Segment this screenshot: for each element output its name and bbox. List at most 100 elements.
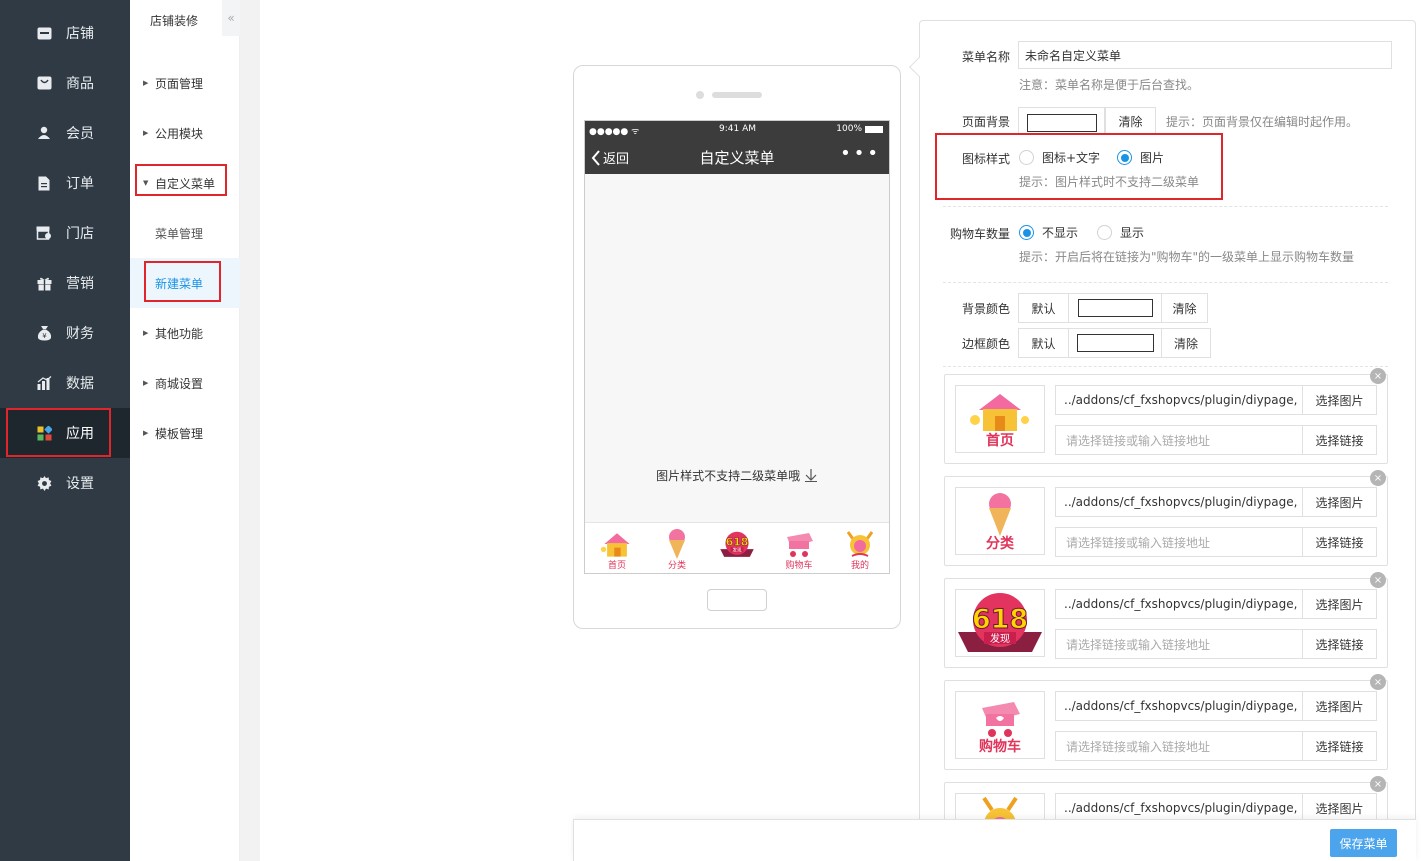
- subnav-label: 公用模块: [155, 126, 204, 141]
- image-path-input[interactable]: ../addons/cf_fxshopvcs/plugin/diypage,: [1055, 589, 1303, 619]
- subnav-title: 店铺装修: [150, 14, 199, 28]
- phone-camera: [696, 91, 704, 99]
- menu-name-label: 菜单名称: [961, 50, 1010, 64]
- icon-style-tip: 提示：图片样式时不支持二级菜单: [1019, 175, 1200, 189]
- battery-percent: 100%: [836, 124, 862, 134]
- bg-color-clear-button[interactable]: 清除: [1161, 293, 1208, 323]
- arrow-down-icon: [804, 469, 817, 482]
- cart-count-tip: 提示：开启后将在链接为"购物车"的一级菜单上显示购物车数量: [1019, 250, 1355, 264]
- nav-label: 商品: [66, 76, 94, 92]
- bg-color-default-button[interactable]: 默认: [1018, 293, 1069, 323]
- subnav-item-page-manage[interactable]: ▶ 页面管理: [130, 58, 240, 108]
- house-icon: [599, 527, 635, 561]
- nav-item-apps[interactable]: 应用: [0, 408, 130, 458]
- nav-item-data[interactable]: 数据: [0, 358, 130, 408]
- nav-item-marketing[interactable]: 营销: [0, 258, 130, 308]
- caret-right-icon: ▶: [143, 379, 149, 387]
- divider: [943, 206, 1388, 207]
- pick-image-button[interactable]: 选择图片: [1302, 487, 1377, 517]
- phone-title-bar: 返回 自定义菜单 •••: [585, 139, 889, 174]
- page-bg-clear-button[interactable]: 清除: [1105, 107, 1156, 135]
- nav-item-settings[interactable]: 设置: [0, 458, 130, 508]
- subnav-item-new-menu[interactable]: 新建菜单: [130, 258, 240, 308]
- nav-item-member[interactable]: 会员: [0, 108, 130, 158]
- icon-style-option-image[interactable]: 图片: [1117, 149, 1164, 166]
- 618-badge-icon: 618发现: [958, 593, 1042, 652]
- nav-item-finance[interactable]: ¥ 财务: [0, 308, 130, 358]
- subnav-item-menu-manage[interactable]: 菜单管理: [130, 208, 240, 258]
- menu-name-input[interactable]: 未命名自定义菜单: [1018, 41, 1392, 69]
- border-color-clear-button[interactable]: 清除: [1161, 328, 1211, 358]
- radio-label: 图片: [1140, 151, 1165, 165]
- image-path-input[interactable]: ../addons/cf_fxshopvcs/plugin/diypage,: [1055, 385, 1303, 415]
- battery-icon: [865, 125, 883, 133]
- more-dots-icon[interactable]: •••: [840, 143, 881, 164]
- link-placeholder: 请选择链接或输入链接地址: [1066, 433, 1211, 448]
- nav-item-shop[interactable]: 门店: [0, 208, 130, 258]
- subnav-label: 菜单管理: [155, 226, 204, 241]
- nav-item-order[interactable]: 订单: [0, 158, 130, 208]
- image-path-value: ../addons/cf_fxshopvcs/plugin/diypage,: [1064, 393, 1298, 407]
- bg-color-swatch: [1077, 299, 1153, 317]
- profile-icon: [842, 527, 878, 561]
- caret-right-icon: ▶: [143, 79, 149, 87]
- pick-image-button[interactable]: 选择图片: [1302, 589, 1377, 619]
- subnav-item-other[interactable]: ▶ 其他功能: [130, 308, 240, 358]
- menu-item-thumbnail[interactable]: 购物车: [955, 691, 1045, 759]
- border-color-picker[interactable]: [1068, 328, 1162, 358]
- pick-link-button[interactable]: 选择链接: [1302, 629, 1377, 659]
- collapse-sidebar-button[interactable]: «: [222, 0, 240, 36]
- close-icon[interactable]: ×: [1370, 776, 1386, 792]
- save-menu-button[interactable]: 保存菜单: [1330, 829, 1397, 857]
- nav-label: 营销: [66, 276, 94, 292]
- close-icon[interactable]: ×: [1370, 470, 1386, 486]
- phone-tab-category[interactable]: 分类: [647, 523, 707, 574]
- pick-image-button[interactable]: 选择图片: [1302, 691, 1377, 721]
- radio-label: 图标+文字: [1042, 151, 1101, 165]
- divider: [943, 282, 1388, 283]
- nav-label: 数据: [66, 376, 94, 392]
- menu-item-thumbnail[interactable]: 分类: [955, 487, 1045, 555]
- link-input[interactable]: 请选择链接或输入链接地址: [1055, 527, 1303, 557]
- menu-item-thumbnail[interactable]: 首页: [955, 385, 1045, 453]
- signal-indicator: ●●●●● ᯤ: [589, 127, 640, 137]
- link-input[interactable]: 请选择链接或输入链接地址: [1055, 731, 1303, 761]
- nav-item-goods[interactable]: 商品: [0, 58, 130, 108]
- link-input[interactable]: 请选择链接或输入链接地址: [1055, 425, 1303, 455]
- icon-style-option-icon-text[interactable]: 图标+文字: [1019, 149, 1100, 166]
- image-path-input[interactable]: ../addons/cf_fxshopvcs/plugin/diypage,: [1055, 691, 1303, 721]
- subnav-item-mall-settings[interactable]: ▶ 商城设置: [130, 358, 240, 408]
- close-icon[interactable]: ×: [1370, 674, 1386, 690]
- border-color-default-button[interactable]: 默认: [1018, 328, 1069, 358]
- menu-name-value: 未命名自定义菜单: [1025, 48, 1122, 63]
- page-bg-swatch: [1026, 114, 1097, 132]
- pick-link-button[interactable]: 选择链接: [1302, 527, 1377, 557]
- close-icon[interactable]: ×: [1370, 572, 1386, 588]
- radio-circle-checked: [1117, 150, 1132, 165]
- bg-color-picker[interactable]: [1068, 293, 1162, 323]
- bar-chart-icon: [36, 375, 52, 391]
- menu-item-thumbnail[interactable]: 618 发现: [955, 589, 1045, 657]
- page-bg-picker[interactable]: [1018, 107, 1105, 135]
- subnav-item-common-modules[interactable]: ▶ 公用模块: [130, 108, 240, 158]
- subnav-item-templates[interactable]: ▶ 模板管理: [130, 408, 240, 458]
- pick-link-button[interactable]: 选择链接: [1302, 425, 1377, 455]
- image-path-input[interactable]: ../addons/cf_fxshopvcs/plugin/diypage,: [1055, 487, 1303, 517]
- pick-link-button[interactable]: 选择链接: [1302, 731, 1377, 761]
- cart-count-option-hide[interactable]: 不显示: [1019, 224, 1078, 241]
- close-icon[interactable]: ×: [1370, 368, 1386, 384]
- radio-label: 显示: [1120, 226, 1145, 240]
- cart-icon: [982, 702, 1020, 737]
- phone-tab-profile[interactable]: 我的: [830, 523, 890, 574]
- phone-tab-cart[interactable]: 购物车: [769, 523, 829, 574]
- subnav-item-custom-menu[interactable]: ▼ 自定义菜单: [130, 158, 240, 208]
- phone-tab-home[interactable]: 首页: [587, 523, 647, 574]
- subnav-label: 自定义菜单: [155, 176, 216, 191]
- radio-circle: [1019, 150, 1034, 165]
- phone-tab-618[interactable]: 618 发现: [707, 523, 767, 574]
- pick-image-button[interactable]: 选择图片: [1302, 385, 1377, 415]
- divider: [943, 366, 1388, 367]
- cart-count-option-show[interactable]: 显示: [1097, 224, 1144, 241]
- nav-item-store[interactable]: 店铺: [0, 8, 130, 58]
- link-input[interactable]: 请选择链接或输入链接地址: [1055, 629, 1303, 659]
